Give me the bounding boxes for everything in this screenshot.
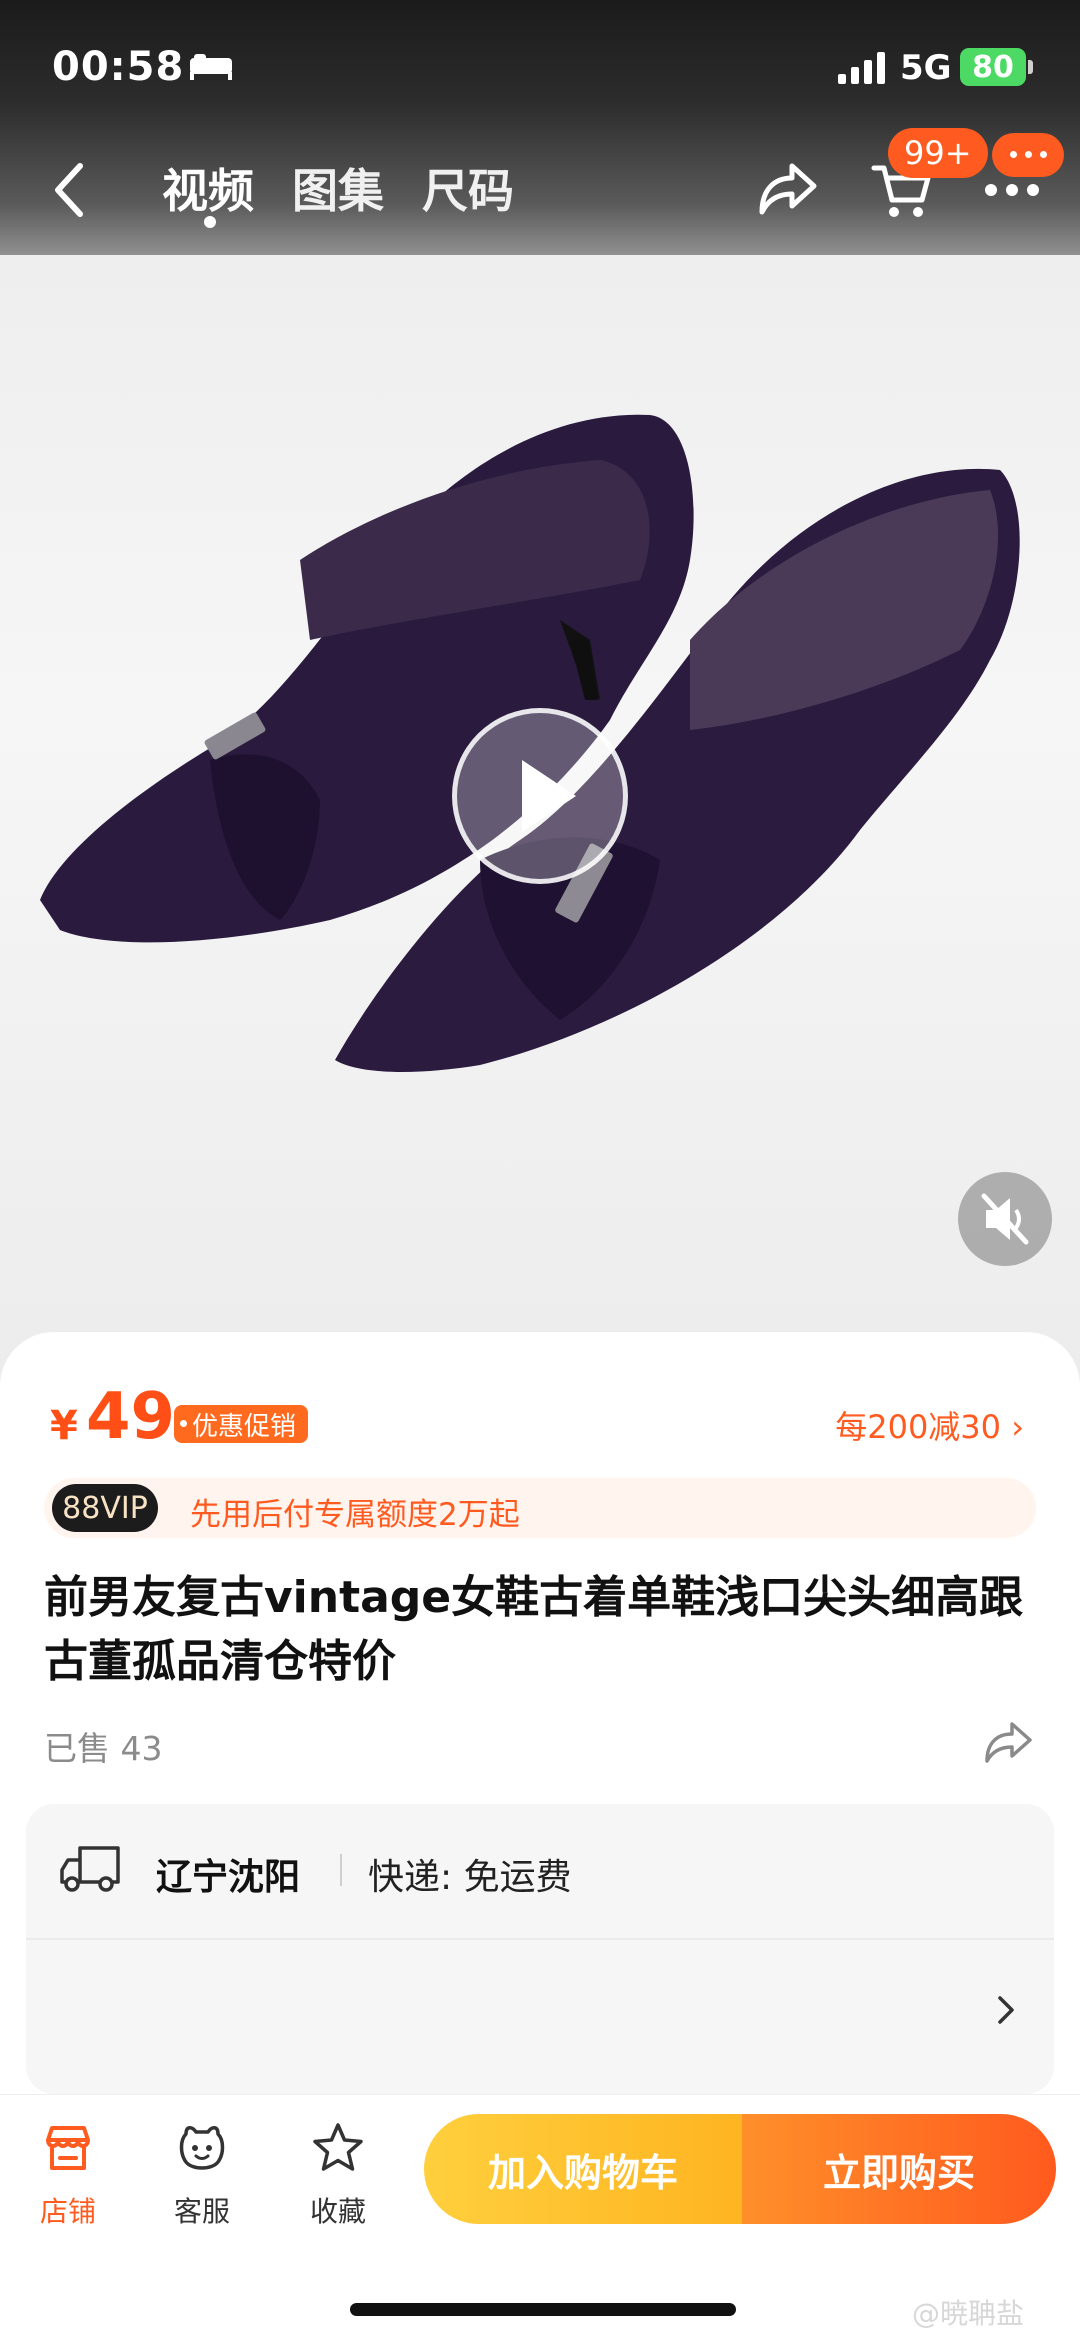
chat-face-icon <box>179 2126 225 2170</box>
store-icon <box>46 2126 90 2170</box>
add-to-cart-button[interactable]: 加入购物车 <box>424 2114 742 2224</box>
status-time: 00:58 <box>52 44 185 90</box>
share-product-icon[interactable] <box>984 1720 1032 1764</box>
shipping-divider <box>26 1938 1054 1940</box>
message-dot-badge <box>992 133 1064 177</box>
battery-level: 80 <box>972 49 1014 85</box>
chevron-right-icon[interactable] <box>994 1992 1018 2028</box>
cart-count-badge: 99+ <box>888 128 988 178</box>
cellular-signal-icon <box>838 52 885 84</box>
speaker-muted-icon <box>981 1193 1029 1245</box>
favorite-button[interactable]: 收藏 <box>288 2120 388 2230</box>
tab-size[interactable]: 尺码 <box>422 155 514 221</box>
discount-rule-link[interactable]: 每200减30 › <box>835 1402 1024 1448</box>
currency-symbol: ¥ <box>50 1403 78 1449</box>
ship-from-city: 辽宁沈阳 <box>156 1857 301 1898</box>
share-icon[interactable] <box>758 160 818 216</box>
play-icon <box>522 760 576 832</box>
tab-gallery[interactable]: 图集 <box>292 155 384 221</box>
vip-credit-text: 先用后付专属额度2万起 <box>190 1497 520 1533</box>
shipping-method: 快递: 免运费 <box>368 1857 572 1898</box>
play-button[interactable] <box>452 708 628 884</box>
active-tab-indicator <box>204 216 216 228</box>
shop-label: 店铺 <box>39 2195 96 2228</box>
vip-badge: 88VIP <box>52 1484 158 1532</box>
back-arrow-icon[interactable] <box>50 160 90 220</box>
mute-toggle-button[interactable] <box>958 1172 1052 1266</box>
watermark-text: @暁聃盐 <box>912 2297 1025 2330</box>
battery-cap <box>1028 60 1033 74</box>
sleep-focus-icon <box>190 54 232 80</box>
sold-count: 已售 43 <box>44 1729 163 1768</box>
favorite-label: 收藏 <box>309 2195 366 2228</box>
product-title: 前男友复古vintage女鞋古着单鞋浅口尖头细高跟古董孤品清仓特价 <box>44 1572 1024 1687</box>
service-label: 客服 <box>173 2195 230 2228</box>
more-options-icon[interactable] <box>984 183 1040 197</box>
home-indicator[interactable] <box>350 2303 736 2316</box>
tab-video[interactable]: 视频 <box>162 155 254 221</box>
network-type: 5G <box>900 48 952 88</box>
customer-service-button[interactable]: 客服 <box>152 2120 252 2230</box>
shop-button[interactable]: 店铺 <box>18 2120 118 2230</box>
star-icon <box>313 2123 363 2171</box>
buy-now-button[interactable]: 立即购买 <box>742 2114 1056 2224</box>
shipping-separator <box>340 1854 342 1886</box>
battery-indicator: 80 <box>960 48 1026 86</box>
promo-tag: 优惠促销 <box>174 1405 309 1443</box>
truck-icon <box>60 1846 120 1892</box>
price-value: 49 <box>86 1380 176 1454</box>
